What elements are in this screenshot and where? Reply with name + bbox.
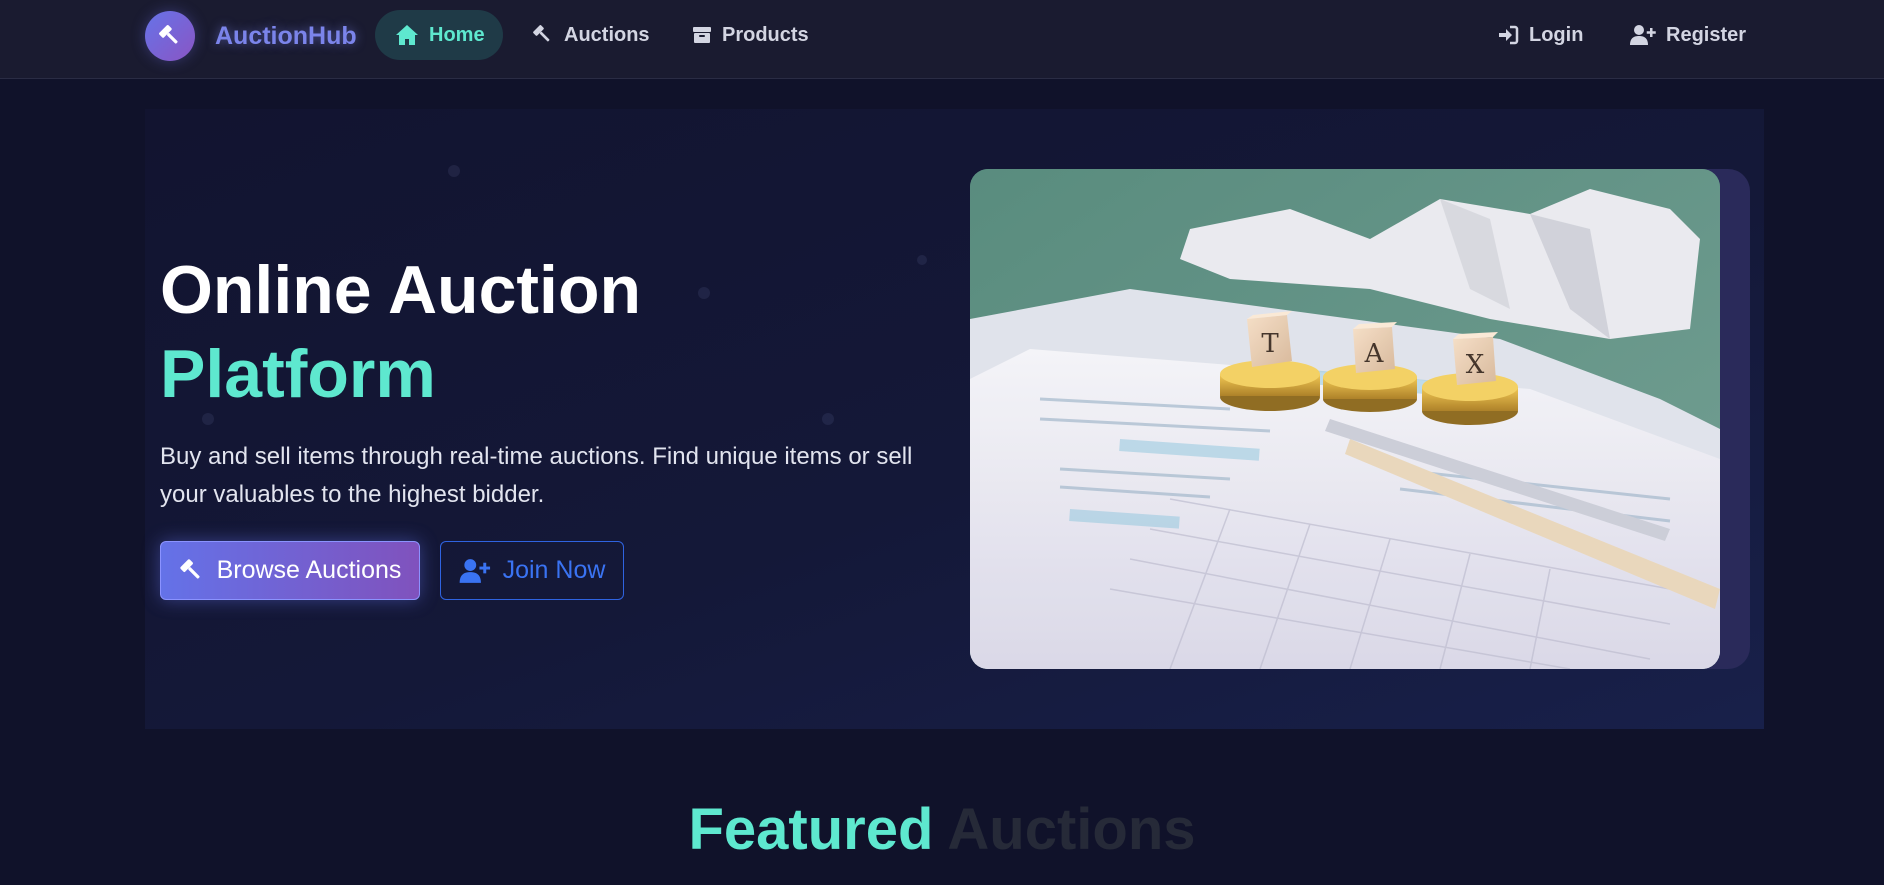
hero-title: Online Auction Platform (160, 248, 641, 416)
gavel-icon (179, 558, 200, 579)
gavel-icon (533, 25, 550, 42)
decorative-dot (448, 165, 460, 177)
brand-name[interactable]: AuctionHub (215, 22, 357, 51)
nav-products[interactable]: Products (692, 10, 809, 60)
nav-auctions-label: Auctions (564, 23, 650, 46)
nav-auctions[interactable]: Auctions (532, 10, 650, 60)
nav-products-label: Products (722, 23, 809, 46)
join-now-button[interactable]: Join Now (440, 541, 624, 600)
featured-auctions-heading: Featured Auctions (0, 795, 1884, 865)
join-now-label: Join Now (502, 556, 606, 584)
logo-gavel-icon[interactable] (145, 11, 195, 61)
decorative-dot (822, 413, 834, 425)
top-navbar: AuctionHub Home Auctions Products Login (0, 0, 1884, 79)
hero-image: T A X (970, 169, 1720, 669)
browse-auctions-label: Browse Auctions (216, 556, 402, 584)
decorative-dot (917, 255, 927, 265)
box-icon (693, 27, 711, 43)
featured-title-part1: Featured (688, 797, 934, 862)
user-plus-icon (459, 558, 490, 583)
nav-register-label: Register (1666, 23, 1747, 46)
nav-register[interactable]: Register (1630, 10, 1746, 60)
featured-title-part2: Auctions (947, 797, 1196, 862)
home-icon (396, 25, 418, 45)
decorative-dot (698, 287, 710, 299)
sign-in-icon (1499, 25, 1519, 45)
nav-home[interactable]: Home (375, 10, 503, 60)
nav-login-label: Login (1529, 23, 1584, 46)
browse-auctions-button[interactable]: Browse Auctions (160, 541, 420, 600)
user-plus-icon (1630, 25, 1656, 45)
hero-title-line2: Platform (160, 336, 436, 412)
hero-title-line1: Online Auction (160, 252, 642, 328)
nav-home-label: Home (429, 23, 485, 46)
nav-login[interactable]: Login (1497, 10, 1583, 60)
hero-description: Buy and sell items through real-time auc… (160, 443, 913, 508)
